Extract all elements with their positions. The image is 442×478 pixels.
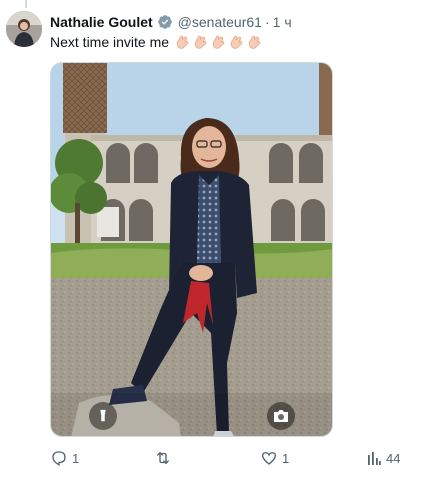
heart-icon xyxy=(260,449,278,467)
like-count: 1 xyxy=(282,450,290,466)
author-handle[interactable]: @senateur61 xyxy=(178,14,262,30)
repost-button[interactable] xyxy=(154,449,176,467)
verified-badge-icon xyxy=(157,14,173,30)
views-chart-icon xyxy=(366,450,382,466)
camera-icon xyxy=(273,409,289,423)
reply-icon xyxy=(50,449,68,467)
reply-button[interactable]: 1 xyxy=(50,449,79,467)
clapping-hands-icon xyxy=(246,34,262,50)
tweet-photo[interactable] xyxy=(50,62,333,437)
clapping-hands-icon xyxy=(210,34,226,50)
views-button[interactable]: 44 xyxy=(366,450,400,466)
avatar[interactable] xyxy=(6,11,42,47)
author-name[interactable]: Nathalie Goulet xyxy=(50,14,153,30)
tweet-actions: 1 1 44 xyxy=(50,447,402,469)
thread-connector-line xyxy=(25,0,27,8)
emoji-row xyxy=(174,34,264,50)
views-count: 44 xyxy=(386,450,401,466)
flashlight-icon xyxy=(96,409,110,423)
tweet-timestamp[interactable]: 1 ч xyxy=(273,14,292,30)
clapping-hands-icon xyxy=(192,34,208,50)
media-badge-left[interactable] xyxy=(89,402,117,430)
media-badge-right[interactable] xyxy=(267,402,295,430)
tweet-body: Next time invite me xyxy=(50,34,170,50)
clapping-hands-icon xyxy=(228,34,244,50)
like-button[interactable]: 1 xyxy=(260,449,289,467)
reply-count: 1 xyxy=(72,450,80,466)
header-separator: · xyxy=(264,14,270,30)
repost-icon xyxy=(154,449,172,467)
tweet-text: Next time invite me xyxy=(50,33,264,51)
tweet-header: Nathalie Goulet @senateur61 · 1 ч xyxy=(50,13,292,31)
clapping-hands-icon xyxy=(174,34,190,50)
